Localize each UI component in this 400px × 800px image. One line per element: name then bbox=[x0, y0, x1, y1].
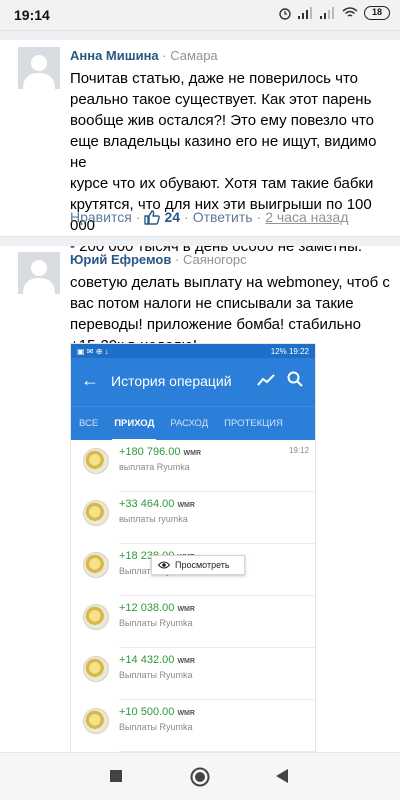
embedded-tab: ПРОТЕКЦИЯ bbox=[224, 417, 283, 429]
signal-icon-2 bbox=[320, 7, 334, 19]
navigation-bar bbox=[0, 752, 400, 800]
embedded-app-bar: ← История операций bbox=[71, 358, 315, 406]
text-line: советую делать выплату на webmoney, чтоб… bbox=[70, 274, 390, 291]
text-line: реально такое существует. Как этот парен… bbox=[70, 91, 372, 108]
chart-trend-icon bbox=[257, 374, 275, 386]
signal-icon bbox=[298, 7, 312, 19]
embedded-tab: РАСХОД bbox=[170, 417, 209, 429]
coin-icon bbox=[83, 552, 109, 578]
status-time: 19:14 bbox=[14, 7, 50, 23]
wifi-icon bbox=[342, 7, 358, 17]
reply-button[interactable]: Ответить bbox=[193, 209, 253, 225]
like-button[interactable]: Нравится bbox=[70, 209, 132, 225]
transaction-amount: +10 500.00 WMR bbox=[119, 706, 195, 718]
transaction-amount: +14 432.00 WMR bbox=[119, 654, 195, 666]
embedded-title: История операций bbox=[111, 373, 232, 389]
separator-dot: · bbox=[175, 252, 180, 267]
separator-dot: · bbox=[184, 209, 189, 225]
transaction-currency: WMR bbox=[183, 450, 202, 457]
author-name[interactable]: Анна Мишина bbox=[70, 48, 159, 63]
transaction-amount: +33 464.00 WMR bbox=[119, 498, 195, 510]
embedded-status-left: ▣ ✉ ⊕ ↓ bbox=[77, 346, 109, 356]
divider bbox=[0, 236, 400, 246]
status-icons: 18 bbox=[278, 6, 390, 20]
transaction-time: 19:12 bbox=[288, 446, 309, 455]
transaction-description: выплаты ryumka bbox=[119, 514, 188, 524]
transaction-currency: WMR bbox=[177, 710, 195, 717]
embedded-tab: ВСЕ bbox=[79, 417, 99, 429]
square-recents-icon[interactable] bbox=[110, 770, 122, 782]
transaction-row: +12 038.00 WMR Выплаты Ryumka bbox=[71, 596, 315, 648]
coin-icon bbox=[83, 604, 109, 630]
transaction-row: +10 500.00 WMR Выплаты Ryumka bbox=[71, 700, 315, 752]
status-bar: 19:14 18 bbox=[0, 0, 400, 30]
thumbs-up-icon[interactable] bbox=[144, 209, 161, 225]
circle-home-icon[interactable] bbox=[190, 767, 210, 787]
comment-text: Почитав статью, даже не поверилось что р… bbox=[70, 68, 390, 257]
coin-icon bbox=[83, 656, 109, 682]
eye-icon bbox=[158, 561, 170, 569]
transaction-row: +180 796.00 WMR выплата Ryumka 19:12 bbox=[71, 440, 315, 492]
text-line: переводы! приложение бомба! стабильно bbox=[70, 316, 362, 333]
embedded-tab-active: ПРИХОД bbox=[106, 407, 162, 441]
text-line: еще владельцы казино его не ищут, видимо… bbox=[70, 133, 377, 171]
transaction-currency: WMR bbox=[177, 606, 195, 613]
search-icon bbox=[287, 371, 303, 387]
author-name[interactable]: Юрий Ефремов bbox=[70, 252, 171, 267]
transaction-description: выплата Ryumka bbox=[119, 462, 190, 472]
alarm-icon bbox=[279, 8, 291, 20]
author-city: Саяногорс bbox=[182, 252, 247, 267]
transaction-description: Выплаты Ryumka bbox=[119, 670, 193, 680]
separator-dot: · bbox=[162, 48, 167, 63]
comment-time[interactable]: 2 часа назад bbox=[265, 209, 348, 225]
author-line: Анна Мишина · Самара bbox=[70, 48, 218, 63]
attached-screenshot[interactable]: ▣ ✉ ⊕ ↓ 12% 19:22 ← История операций ВСЕ… bbox=[70, 343, 316, 753]
embedded-status-right: 12% 19:22 bbox=[270, 346, 309, 356]
transaction-currency: WMR bbox=[177, 658, 195, 665]
text-line: Почитав статью, даже не поверилось что bbox=[70, 70, 359, 87]
transaction-row: +14 432.00 WMR Выплаты Ryumka bbox=[71, 648, 315, 700]
text-line: вас потом налоги не списывали за такие bbox=[70, 295, 354, 312]
comment-actions: Нравится · 24 · Ответить · 2 часа назад bbox=[70, 209, 348, 225]
user-placeholder-icon bbox=[23, 55, 55, 89]
embedded-status-bar: ▣ ✉ ⊕ ↓ 12% 19:22 bbox=[71, 344, 315, 358]
embedded-tabs: ВСЕ ПРИХОД РАСХОД ПРОТЕКЦИЯ bbox=[71, 406, 315, 441]
coin-icon bbox=[83, 708, 109, 734]
transaction-description: Выплаты Ryumka bbox=[119, 722, 193, 732]
view-tooltip: Просмотреть bbox=[151, 555, 245, 575]
transaction-currency: WMR bbox=[177, 502, 195, 509]
transaction-amount: +180 796.00 WMR bbox=[119, 446, 202, 458]
transaction-description: Выплаты Ryumka bbox=[119, 618, 193, 628]
user-placeholder-icon bbox=[23, 260, 55, 294]
text-line: курсе что их обувают. Хотя там такие баб… bbox=[70, 175, 374, 192]
divider bbox=[0, 30, 400, 40]
author-line: Юрий Ефремов · Саяногорс bbox=[70, 252, 247, 267]
separator-dot: · bbox=[256, 209, 262, 225]
transaction-amount: +12 038.00 WMR bbox=[119, 602, 195, 614]
back-arrow-icon: ← bbox=[81, 370, 99, 390]
like-count: 24 bbox=[164, 209, 181, 225]
tooltip-label: Просмотреть bbox=[175, 560, 230, 570]
separator-dot: · bbox=[135, 209, 141, 225]
text-line: вообще жив остался?! Это ему повезло что bbox=[70, 112, 375, 129]
coin-icon bbox=[83, 448, 109, 474]
triangle-back-icon[interactable] bbox=[276, 769, 288, 783]
battery-icon: 18 bbox=[364, 6, 390, 20]
transaction-row: +33 464.00 WMR выплаты ryumka bbox=[71, 492, 315, 544]
avatar[interactable] bbox=[18, 47, 60, 89]
author-city: Самара bbox=[170, 48, 218, 63]
avatar[interactable] bbox=[18, 252, 60, 294]
coin-icon bbox=[83, 500, 109, 526]
